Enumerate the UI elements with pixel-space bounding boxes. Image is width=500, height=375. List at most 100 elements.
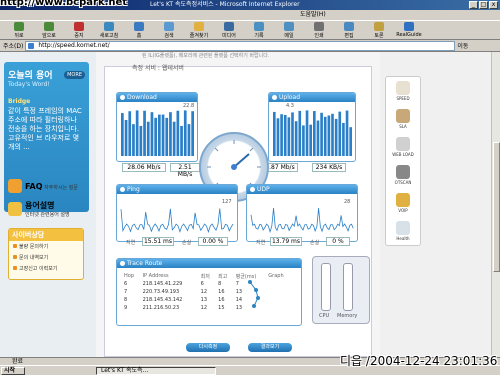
table-row: 7 220.73.49.193 12 16 13 (124, 289, 243, 295)
toolbar-button-6[interactable]: 즐겨찾기 (184, 21, 214, 39)
side-item-voip[interactable]: VOIP (386, 191, 420, 217)
toolbar-label: 즐겨찾기 (189, 32, 209, 39)
toolbar-label: RealGuide (396, 32, 422, 38)
cpu-meter (321, 263, 331, 311)
side-item-health[interactable]: Health (386, 219, 420, 245)
trace-header-row: Hop IP Address 최저 최고 평균(ms) Graph (122, 272, 292, 280)
right-column: SPEED SLA WEB LOAD OTSCAN VOIP Health (380, 52, 491, 357)
graph-bar (273, 111, 276, 156)
trace-table: Hop IP Address 최저 최고 평균(ms) Graph 6 218.1… (122, 272, 292, 312)
vertical-scrollbar[interactable] (491, 52, 500, 357)
toolbar-button-11[interactable]: 편집 (334, 21, 364, 39)
ping-panel: Ping (116, 184, 238, 242)
graph-bar (124, 120, 128, 156)
toolbar-button-7[interactable]: 미디어 (214, 21, 244, 39)
toolbar-button-10[interactable]: 인쇄 (304, 21, 334, 39)
scroll-thumb[interactable] (493, 142, 500, 272)
glossary-link[interactable]: 용어설명 인터넷 관련용어 설명 (8, 199, 88, 219)
faq-desc: 자주하시는 질문 (44, 184, 78, 191)
side-item-webload[interactable]: WEB LOAD (386, 135, 420, 161)
toolbar-label: 메일 (284, 32, 294, 39)
toolbar-label: 검색 (164, 32, 174, 39)
memory-meter (343, 263, 353, 311)
cyber-item[interactable]: 불량 문의하기 (9, 241, 83, 252)
ie-window: http://www.bcpark.net Let's KT 속도측정서비스 -… (0, 0, 500, 375)
graph-bar (287, 117, 291, 156)
datetime-stamp: 디읍 /2004-12-24 23:01:36 (340, 354, 498, 368)
toolbar-button-4[interactable]: 홈 (124, 21, 154, 39)
table-row: 9 211.216.50.23 12 15 13 (124, 305, 243, 311)
toolbar-label: 홈 (136, 32, 142, 39)
graph-bar (305, 110, 309, 156)
side-item-sla[interactable]: SLA (386, 107, 420, 133)
graph-bar (169, 112, 172, 156)
toolbar-icon (314, 21, 324, 31)
graph-bar (280, 114, 283, 156)
word-term: Bridge (8, 98, 31, 105)
ping-max: 127 (222, 199, 232, 205)
graph-bar (345, 110, 349, 156)
book-icon (8, 202, 22, 216)
toolbar-button-12[interactable]: 토론 (364, 21, 394, 39)
address-label: 주소(D) (3, 43, 24, 50)
close-button[interactable]: x (489, 1, 498, 9)
toolbar-button-3[interactable]: 새로고침 (94, 21, 124, 39)
udp-loss-label: 손실 (310, 240, 320, 246)
toolbar-label: 편집 (344, 32, 354, 39)
udp-loss: 0 % (326, 237, 350, 246)
toolbar-button-9[interactable]: 메일 (274, 21, 304, 39)
udp-delay: 13.79 ms (270, 237, 302, 246)
table-row: 8 218.145.43.142 13 16 14 (124, 297, 243, 303)
menu-help[interactable]: 도움말(H) (300, 11, 326, 18)
toolbar: 뒤로 앞으로 중지 새로고침 홈 검색 즐겨찾기 미디어 기록 메일 인쇄 편집 토론 RealGuide (0, 20, 500, 40)
graph-bar (323, 116, 327, 156)
more-button[interactable]: MORE (64, 71, 85, 79)
side-item-otscan[interactable]: OTSCAN (386, 163, 420, 189)
retest-button[interactable]: 다시측정 (186, 343, 230, 352)
page-viewport: 오늘의 용어 Today's Word! MORE Bridge 같이 특정 프… (0, 52, 491, 357)
health-icon (396, 221, 410, 235)
top-cropped-text: 된 IL(IG플랫폼), 메모리에 관련된 플랫폼 선택하기 바랍니다. (142, 53, 270, 59)
toolbar-button-13[interactable]: RealGuide (394, 21, 424, 39)
maximize-button[interactable]: □ (479, 1, 488, 9)
ping-loss-label: 손실 (182, 240, 192, 246)
download-label: Download (117, 93, 197, 102)
udp-delay-label: 지연 (256, 240, 266, 246)
udp-max: 28 (344, 199, 351, 205)
toolbar-button-0[interactable]: 뒤로 (4, 21, 34, 39)
trace-label: Trace Route (117, 259, 301, 268)
toolbar-label: 토론 (374, 32, 384, 39)
address-input[interactable]: http://speed.kornet.net/ (25, 40, 456, 51)
sla-icon (396, 109, 410, 123)
faq-title: FAQ (25, 181, 43, 191)
graph-bar (183, 110, 187, 156)
graph-bar (320, 112, 323, 156)
result-button[interactable]: 결과보기 (248, 343, 292, 352)
graph-bar (338, 111, 342, 156)
toolbar-label: 기록 (254, 32, 264, 39)
faq-link[interactable]: FAQ 자주하시는 질문 (8, 176, 88, 196)
cyber-item[interactable]: 문의 내역보기 (9, 252, 83, 263)
graph-bar (187, 124, 191, 156)
taskbar-ie-item[interactable]: Let's KT 속도측... (96, 367, 216, 375)
graph-bar (165, 117, 169, 156)
toolbar-label: 뒤로 (14, 32, 24, 39)
side-item-speed[interactable]: SPEED (386, 79, 420, 105)
cyber-item[interactable]: 고장신고 이력보기 (9, 263, 83, 274)
go-button[interactable]: 이동 (457, 41, 468, 50)
minimize-button[interactable]: _ (469, 1, 478, 9)
graph-bar (128, 111, 132, 156)
graph-bar (158, 114, 161, 156)
graph-bar (331, 113, 334, 156)
toolbar-icon (254, 21, 264, 31)
title-bar: http://www.bcpark.net Let's KT 속도측정서비스 -… (0, 0, 500, 10)
toolbar-button-2[interactable]: 중지 (64, 21, 94, 39)
toolbar-button-1[interactable]: 앞으로 (34, 21, 64, 39)
toolbar-button-8[interactable]: 기록 (244, 21, 274, 39)
toolbar-button-5[interactable]: 검색 (154, 21, 184, 39)
graph-bar (132, 124, 135, 156)
graph-bar (161, 114, 165, 156)
start-button[interactable]: 시작 (1, 367, 25, 375)
graph-bar (283, 114, 287, 156)
graph-bar (121, 113, 124, 156)
